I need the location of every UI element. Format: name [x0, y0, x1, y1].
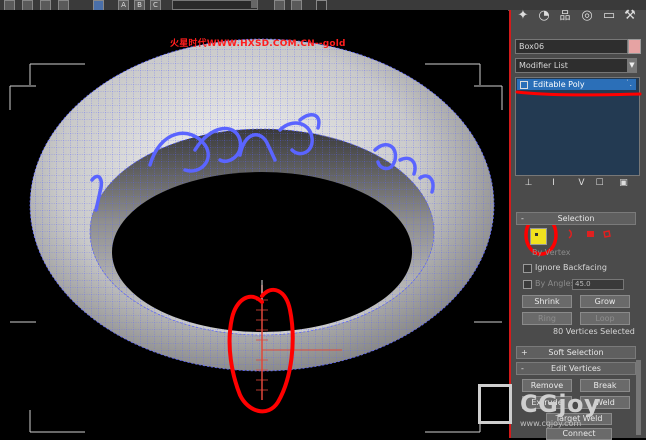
motion-tab-icon[interactable]: ◎	[578, 8, 596, 24]
watermark-text: CGjoy	[520, 390, 601, 418]
expand-toggle-icon[interactable]	[520, 80, 528, 89]
site-title: 火星时代WWW.HXSD.COM.CN--gold	[170, 39, 346, 49]
chevron-down-icon[interactable]: ▼	[627, 58, 637, 73]
subobject-indicator-icon: ˙.	[625, 79, 632, 88]
modifier-list-dropdown[interactable]: Modifier List	[515, 58, 635, 73]
connect-button[interactable]: Connect	[546, 428, 612, 440]
pin-stack-icon[interactable]: ⊥	[522, 178, 535, 189]
object-name-field[interactable]: Box06	[515, 39, 628, 54]
stack-item-label: Editable Poly	[533, 80, 585, 89]
polygon-level-icon[interactable]	[586, 229, 596, 239]
create-tab-icon[interactable]: ✦	[514, 8, 532, 24]
by-vertex-label: By Vertex	[532, 248, 571, 257]
utilities-tab-icon[interactable]: ⚒	[621, 8, 639, 24]
loop-button[interactable]: Loop	[580, 312, 630, 325]
vertex-level-button[interactable]	[530, 228, 547, 245]
make-unique-icon[interactable]: V	[575, 178, 588, 189]
soft-selection-rollout-header[interactable]: + Soft Selection	[516, 346, 636, 359]
grow-button[interactable]: Grow	[580, 295, 630, 308]
edit-vertices-rollout-header[interactable]: - Edit Vertices	[516, 362, 636, 375]
watermark-url: www.cgjoy.com	[520, 419, 582, 428]
remove-modifier-icon[interactable]: ☐	[593, 178, 606, 189]
vertex-icon	[535, 233, 538, 236]
by-angle-label: By Angle:	[535, 279, 574, 288]
modify-tab-icon[interactable]: ◔	[535, 8, 553, 24]
watermark-logo-icon	[478, 384, 512, 424]
ring-button[interactable]: Ring	[522, 312, 572, 325]
configure-sets-icon[interactable]: ▣	[617, 178, 630, 189]
ignore-backfacing-checkbox[interactable]	[523, 264, 532, 273]
rollout-title: Selection	[557, 214, 595, 223]
show-end-result-icon[interactable]: I	[547, 178, 560, 189]
element-level-icon[interactable]	[602, 229, 612, 239]
collapse-icon: -	[521, 214, 524, 223]
by-angle-spinner[interactable]: 45.0	[572, 279, 624, 290]
selection-status: 80 Vertices Selected	[553, 327, 635, 336]
hierarchy-tab-icon[interactable]: 品	[556, 8, 574, 24]
rollout-title: Edit Vertices	[551, 364, 601, 373]
display-tab-icon[interactable]: ▭	[600, 8, 618, 24]
panel-scrollbar[interactable]	[636, 360, 641, 435]
modifier-stack[interactable]	[515, 77, 640, 176]
ignore-backfacing-label: Ignore Backfacing	[535, 263, 607, 272]
expand-icon: +	[521, 348, 528, 357]
stack-item-editable-poly[interactable]: Editable Poly ˙.	[517, 79, 636, 90]
viewport-scene[interactable]	[0, 0, 510, 438]
object-color-swatch[interactable]	[628, 39, 641, 54]
selection-rollout-header[interactable]: - Selection	[516, 212, 636, 225]
by-angle-checkbox[interactable]	[523, 280, 532, 289]
shrink-button[interactable]: Shrink	[522, 295, 572, 308]
edge-level-icon[interactable]	[566, 229, 576, 239]
rollout-title: Soft Selection	[548, 348, 604, 357]
collapse-icon: -	[521, 364, 524, 373]
